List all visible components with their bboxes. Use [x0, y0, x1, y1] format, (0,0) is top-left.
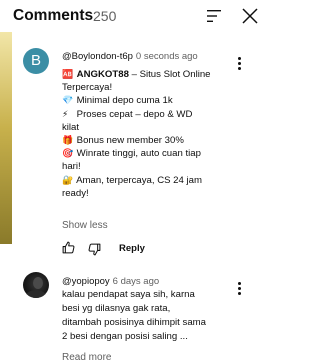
avatar-photo — [26, 277, 46, 298]
comment-time[interactable]: 6 days ago — [113, 276, 159, 287]
comment-line: 💎 Minimal depo cuma 1k — [62, 94, 237, 107]
comment-author[interactable]: @Boylondon-t6p — [62, 51, 133, 62]
comment-line: kalau pendapat saya sih, karna — [62, 289, 195, 300]
comment-line: 🎁 Bonus new member 30% — [62, 134, 237, 147]
comment-text: Bonus new member 30% — [76, 135, 184, 147]
avatar-letter: B — [30, 52, 41, 69]
comment-line: 🎯 Winrate tinggi, auto cuan tiap — [62, 147, 237, 160]
comment-meta: @Boylondon-t6p 0 seconds ago — [62, 51, 198, 62]
more-options-icon[interactable] — [238, 57, 242, 71]
show-less-link[interactable]: Show less — [62, 220, 108, 231]
comment-line: ditambah posisinya dihimpit sama — [62, 317, 206, 328]
comment-line: 2 besi dengan posisi saling ... — [62, 331, 188, 342]
comment-line: ready! — [62, 187, 89, 199]
sort-icon[interactable] — [206, 9, 222, 23]
comment-meta: @yopiopoy 6 days ago — [62, 276, 159, 287]
comment-body: kalau pendapat saya sih, karna besi yg d… — [62, 288, 232, 344]
comments-header: Comments 250 — [0, 0, 283, 32]
avatar[interactable]: B — [23, 48, 49, 74]
avatar[interactable] — [23, 272, 49, 298]
comment-text: Aman, terpercaya, CS 24 jam — [76, 174, 202, 186]
comment-line: kilat — [62, 121, 80, 133]
comment-line: 🆎 ANGKOT88 – Situs Slot Online — [62, 68, 237, 81]
target-icon: 🎯 — [62, 148, 74, 159]
comment-time[interactable]: 0 seconds ago — [136, 51, 198, 62]
comment-body: 🆎 ANGKOT88 – Situs Slot Online Terpercay… — [62, 68, 237, 200]
diamond-icon: 💎 — [62, 95, 74, 106]
comment-text: Winrate tinggi, auto cuan tiap — [76, 148, 201, 160]
comment-line: hari! — [62, 161, 81, 173]
comments-title: Comments — [13, 7, 94, 24]
comment-line: besi yg dilasnya gak rata, — [62, 303, 171, 314]
like-icon[interactable] — [62, 241, 75, 254]
close-icon[interactable] — [241, 7, 259, 25]
comment-line: Terpercaya! — [62, 82, 113, 94]
comments-count: 250 — [93, 8, 117, 24]
lightning-icon: ⚡ — [62, 108, 69, 119]
comment-text: – Situs Slot Online — [128, 69, 211, 80]
brand-name: ANGKOT88 — [76, 69, 129, 80]
dislike-icon[interactable] — [88, 243, 101, 256]
slot-icon: 🆎 — [62, 69, 74, 79]
comment-line: 🔐 Aman, terpercaya, CS 24 jam — [62, 174, 237, 187]
comment-line: ⚡ Proses cepat – depo & WD — [62, 108, 237, 121]
comment-author[interactable]: @yopiopoy — [62, 276, 110, 287]
lock-icon: 🔐 — [62, 174, 74, 185]
reply-button[interactable]: Reply — [119, 243, 145, 254]
video-preview-strip — [0, 32, 12, 244]
comment-text: Proses cepat – depo & WD — [76, 108, 193, 120]
comment-text: Minimal depo cuma 1k — [76, 95, 173, 107]
gift-icon: 🎁 — [62, 135, 74, 146]
read-more-link[interactable]: Read more — [62, 352, 111, 363]
more-options-icon[interactable] — [238, 282, 242, 296]
